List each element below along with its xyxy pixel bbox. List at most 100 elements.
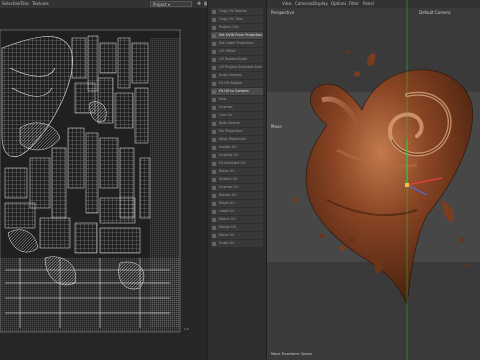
uv-tool-label: Line UV xyxy=(219,113,233,117)
tool-icon xyxy=(212,49,216,54)
uv-tool-item[interactable]: Rotate UV xyxy=(211,192,263,199)
uv-tool-item[interactable]: Project UVs xyxy=(211,24,263,31)
uv-tool-label: Move UV xyxy=(219,233,235,237)
uv-tool-item[interactable]: Sew xyxy=(211,96,263,103)
uv-tool-item[interactable]: Move UV xyxy=(211,232,263,239)
uv-tool-item[interactable]: Fit UV to Camera xyxy=(211,88,263,95)
uv-tool-label: Isolate UV xyxy=(219,145,237,149)
uv-tool-item[interactable]: Stack UV xyxy=(211,200,263,207)
uv-tool-label: Sew xyxy=(219,97,227,101)
tool-icon xyxy=(212,241,216,246)
tool-icon xyxy=(212,41,216,46)
svg-text:1.0: 1.0 xyxy=(184,327,189,331)
uv-tool-item[interactable]: Unweld UV xyxy=(211,152,263,159)
uv-tool-label: Set Label Projection xyxy=(219,41,254,45)
tool-icon xyxy=(212,9,216,14)
uv-tool-item[interactable]: Unwrap UV xyxy=(211,184,263,191)
uv-tool-label: Unweld UV xyxy=(219,153,239,157)
menu-textures[interactable]: Textures xyxy=(32,1,49,6)
uv-tool-label: Unwrap UV xyxy=(219,185,239,189)
tool-icon xyxy=(212,145,216,150)
uv-tool-item[interactable]: Relax UV xyxy=(211,168,263,175)
menu-selection[interactable]: Selection xyxy=(2,1,20,6)
uv-tool-label: Split Seams xyxy=(219,121,240,125)
uv-tool-item[interactable]: Unwrap xyxy=(211,104,263,111)
uv-tool-label: UV Rotate/Scale xyxy=(219,57,248,61)
3d-viewport[interactable]: View Cameras Display Options Filter Pane… xyxy=(267,0,480,360)
uv-tool-item[interactable]: Label UV xyxy=(211,208,263,215)
uv-tool-item[interactable]: Fit Selected UV xyxy=(211,160,263,167)
uv-tool-label: Rotate UV xyxy=(219,193,237,197)
tool-icon xyxy=(212,89,216,94)
uv-editor-panel[interactable]: 1.0 xyxy=(0,8,207,360)
uv-tool-item[interactable]: Set Label Projection xyxy=(211,40,263,47)
tool-icon xyxy=(212,97,216,102)
uv-tool-item[interactable]: Match UV xyxy=(211,216,263,223)
uv-tool-label: Scale UV xyxy=(219,241,235,245)
uv-tool-item[interactable]: Line UV xyxy=(211,112,263,119)
uv-tools-panel: Copy UV Seams Copy UV Tiles Project UVs Set… xyxy=(207,0,267,360)
uv-tool-item[interactable]: Stretch UV xyxy=(211,176,263,183)
tool-icon xyxy=(212,129,216,134)
tool-icon xyxy=(212,81,216,86)
tool-icon xyxy=(212,153,216,158)
uv-tool-item[interactable]: Isolate UV xyxy=(211,144,263,151)
uv-island xyxy=(71,37,87,79)
uv-tool-item[interactable]: Scale UV xyxy=(211,240,263,247)
tool-icon xyxy=(212,217,216,222)
tool-icon xyxy=(212,33,216,38)
chocolate-heart-model[interactable] xyxy=(267,0,480,360)
uv-tool-label: Copy UV Tiles xyxy=(219,17,244,21)
uv-tool-item[interactable]: Copy UV Seams xyxy=(211,8,263,15)
pin-icon[interactable]: ✚ xyxy=(196,1,202,7)
uv-tool-label: Label UV xyxy=(219,209,235,213)
project-dropdown[interactable]: Project ▾ xyxy=(150,1,192,7)
uv-tool-label: Stack UV xyxy=(219,201,235,205)
uv-tool-label: Fit UV Region xyxy=(219,81,243,85)
dropdown-value: Project xyxy=(153,2,167,7)
menu-tiles[interactable]: Tiles xyxy=(20,1,29,6)
tool-icon xyxy=(212,177,216,182)
uv-tool-label: Set UVW From Projection xyxy=(219,33,263,37)
uv-tool-label: Match UV xyxy=(219,217,236,221)
tool-icon xyxy=(212,121,216,126)
uv-tool-item[interactable]: Pin Projection xyxy=(211,128,263,135)
tool-icon xyxy=(212,225,216,230)
uv-tool-label: Project UVs xyxy=(219,25,239,29)
uv-tool-label: Unwrap xyxy=(219,105,233,109)
uv-tool-item[interactable]: Copy UV Tiles xyxy=(211,16,263,23)
uv-tool-item[interactable]: Align Projection xyxy=(211,136,263,143)
uv-tool-item[interactable]: Fit UV Region xyxy=(211,80,263,87)
tool-icon xyxy=(212,25,216,30)
uv-tool-item[interactable]: Auto Unwrap xyxy=(211,72,263,79)
uv-tool-item[interactable]: Split Seams xyxy=(211,120,263,127)
tool-icon xyxy=(212,201,216,206)
uv-tool-item[interactable]: Merge UV xyxy=(211,224,263,231)
tool-icon xyxy=(212,233,216,238)
uv-tool-item[interactable]: UV Rotate/Scale xyxy=(211,56,263,63)
uv-tool-item[interactable]: UV Project Selected Item xyxy=(211,64,263,71)
tool-icon xyxy=(212,113,216,118)
uv-tool-label: Pin Projection xyxy=(219,129,243,133)
tool-icon xyxy=(212,73,216,78)
uv-tool-label: Relax UV xyxy=(219,169,235,173)
uv-tool-label: UV Project Selected Item xyxy=(219,65,263,69)
uv-tool-label: Auto Unwrap xyxy=(219,73,242,77)
tool-icon xyxy=(212,57,216,62)
uv-tool-label: Merge UV xyxy=(219,225,236,229)
uv-tool-label: Fit Selected UV xyxy=(219,161,246,165)
uv-tool-label: Fit UV to Camera xyxy=(219,89,249,93)
tool-icon xyxy=(212,105,216,110)
uv-tool-item[interactable]: UV Offset xyxy=(211,48,263,55)
uv-tool-label: Stretch UV xyxy=(219,177,238,181)
tool-icon xyxy=(212,161,216,166)
tool-icon xyxy=(212,193,216,198)
tool-icon xyxy=(212,209,216,214)
uv-tool-label: Align Projection xyxy=(219,137,247,141)
tool-icon xyxy=(212,185,216,190)
tool-icon xyxy=(212,17,216,22)
uv-tool-item[interactable]: Set UVW From Projection xyxy=(211,32,263,39)
uv-layout-canvas[interactable]: 1.0 xyxy=(0,8,207,360)
tool-icon xyxy=(212,137,216,142)
uv-tool-label: UV Offset xyxy=(219,49,236,53)
